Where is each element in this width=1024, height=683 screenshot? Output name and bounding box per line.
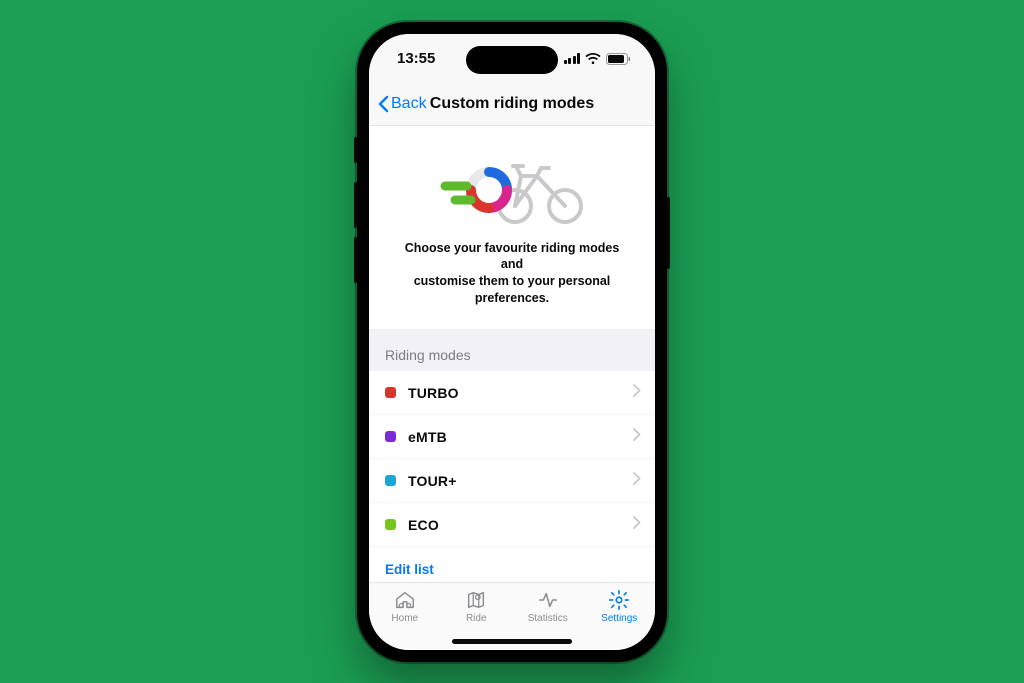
- dynamic-island: [466, 46, 558, 74]
- tab-label: Statistics: [528, 613, 568, 624]
- side-button: [354, 237, 357, 283]
- gear-icon: [607, 589, 631, 611]
- section-heading: Riding modes: [369, 329, 655, 371]
- content: Choose your favourite riding modes and c…: [369, 126, 655, 582]
- chevron-right-icon: [633, 516, 641, 534]
- tab-label: Ride: [466, 613, 487, 624]
- back-button[interactable]: Back: [377, 84, 427, 125]
- tab-home[interactable]: Home: [369, 589, 441, 650]
- activity-icon: [536, 589, 560, 611]
- edit-list-button[interactable]: Edit list: [385, 562, 434, 577]
- mode-label: TURBO: [408, 385, 633, 401]
- tab-label: Settings: [601, 613, 637, 624]
- tab-bar: Home Ride Statistics Settings: [369, 582, 655, 650]
- mode-color-dot: [385, 519, 396, 530]
- hero-text: Choose your favourite riding modes and c…: [391, 240, 633, 308]
- home-indicator: [452, 639, 572, 644]
- battery-icon: [606, 53, 631, 65]
- page-title: Custom riding modes: [430, 95, 594, 113]
- mode-color-dot: [385, 387, 396, 398]
- mode-color-dot: [385, 475, 396, 486]
- side-button: [354, 182, 357, 228]
- chevron-left-icon: [377, 95, 389, 113]
- hero-illustration: [391, 154, 633, 226]
- map-icon: [464, 589, 488, 611]
- tab-label: Home: [391, 613, 418, 624]
- riding-modes-list: TURBO eMTB TOUR+ ECO: [369, 371, 655, 582]
- mode-label: TOUR+: [408, 473, 633, 489]
- home-icon: [393, 589, 417, 611]
- back-label: Back: [391, 95, 427, 113]
- side-button: [667, 197, 670, 269]
- mode-color-dot: [385, 431, 396, 442]
- wifi-icon: [585, 53, 601, 65]
- tab-settings[interactable]: Settings: [584, 589, 656, 650]
- edit-list-container: Edit list: [369, 547, 655, 582]
- clock: 13:55: [397, 50, 435, 67]
- chevron-right-icon: [633, 428, 641, 446]
- hero-card: Choose your favourite riding modes and c…: [369, 126, 655, 330]
- mode-row[interactable]: TOUR+: [369, 459, 655, 503]
- mode-label: eMTB: [408, 429, 633, 445]
- nav-bar: Back Custom riding modes: [369, 84, 655, 126]
- mode-label: ECO: [408, 517, 633, 533]
- chevron-right-icon: [633, 472, 641, 490]
- side-button: [354, 137, 357, 163]
- mode-row[interactable]: ECO: [369, 503, 655, 547]
- phone-frame: 13:55 Back Custom riding modes: [357, 22, 667, 662]
- signal-icon: [564, 53, 581, 64]
- chevron-right-icon: [633, 384, 641, 402]
- mode-row[interactable]: eMTB: [369, 415, 655, 459]
- screen: 13:55 Back Custom riding modes: [369, 34, 655, 650]
- mode-row[interactable]: TURBO: [369, 371, 655, 415]
- status-icons: [564, 53, 632, 65]
